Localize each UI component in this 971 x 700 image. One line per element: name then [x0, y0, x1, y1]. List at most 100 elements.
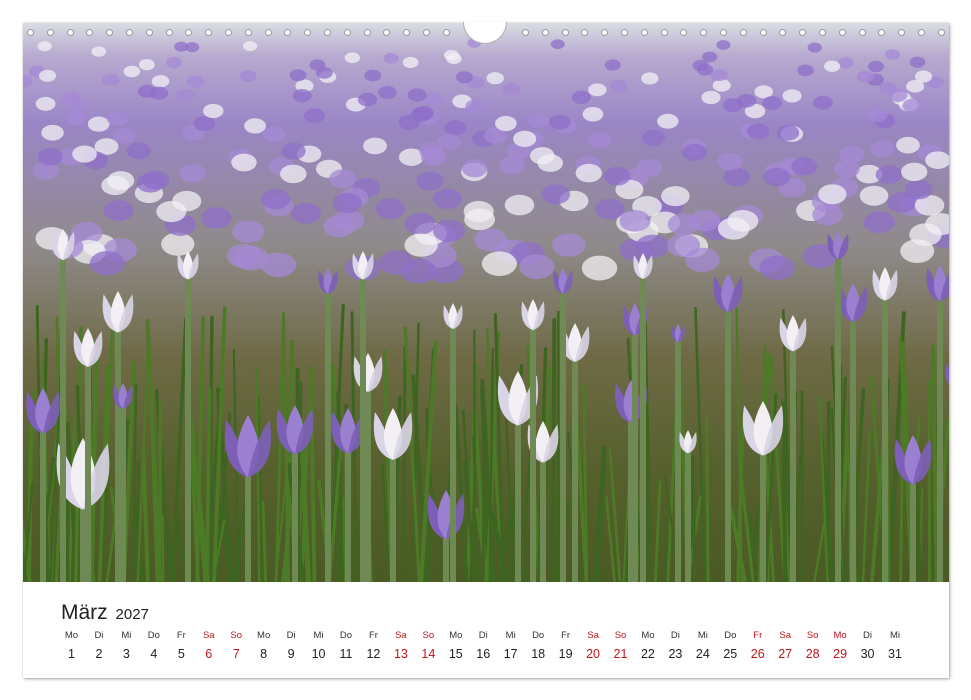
- day-cell: Mi 31: [882, 628, 909, 665]
- day-cell: Do 25: [717, 628, 744, 665]
- background-blossom: [35, 96, 56, 111]
- day-number: 17: [503, 647, 518, 661]
- background-blossom: [234, 246, 269, 271]
- background-blossom: [149, 86, 169, 100]
- purple-crocus: [427, 490, 465, 582]
- background-blossom: [710, 69, 728, 82]
- background-blossom: [666, 233, 701, 258]
- day-number: 18: [531, 647, 546, 661]
- background-blossom: [38, 69, 57, 82]
- background-blossom: [290, 202, 321, 224]
- day-number: 13: [393, 647, 408, 661]
- background-blossom: [906, 79, 925, 93]
- weekday-abbr: Do: [339, 630, 353, 641]
- weekday-abbr: Fr: [368, 630, 378, 641]
- binding-hole: [46, 29, 54, 36]
- day-number: 3: [122, 647, 130, 661]
- weekday-abbr: So: [230, 630, 242, 641]
- background-blossom: [763, 167, 791, 187]
- binding-hole: [660, 29, 668, 36]
- weekday-abbr: So: [614, 630, 627, 641]
- background-blossom: [901, 162, 928, 182]
- year-label: 2027: [115, 606, 149, 623]
- background-blossom: [896, 136, 920, 154]
- background-blossom: [689, 209, 721, 232]
- day-cell: Sa 6: [195, 628, 222, 665]
- weekday-abbr: Mi: [889, 630, 901, 641]
- day-number: 27: [778, 647, 793, 661]
- day-number: 9: [287, 647, 295, 661]
- binding-hole: [561, 29, 569, 36]
- weekday-abbr: Mo: [833, 630, 847, 641]
- day-number: 10: [311, 647, 326, 661]
- background-blossom: [571, 90, 591, 104]
- binding-hole: [720, 29, 727, 36]
- background-blossom: [72, 145, 97, 163]
- day-cell: Di 30: [854, 628, 881, 665]
- background-blossom: [186, 75, 205, 88]
- background-blossom: [303, 108, 325, 123]
- background-blossom: [642, 129, 666, 146]
- background-blossom: [495, 115, 517, 132]
- background-blossom: [797, 64, 814, 77]
- background-blossom: [37, 148, 63, 166]
- background-blossom: [179, 164, 206, 183]
- background-blossom: [723, 167, 751, 187]
- binding-hole: [442, 29, 450, 36]
- background-blossom: [107, 171, 135, 191]
- background-blossom: [87, 116, 110, 132]
- day-cell: Di 16: [470, 628, 497, 665]
- day-cell: So 21: [607, 628, 634, 665]
- day-cell: Mi 10: [305, 628, 332, 665]
- background-blossom: [309, 59, 326, 71]
- grass-blade: [927, 380, 932, 582]
- background-blossom: [481, 251, 517, 276]
- background-blossom: [747, 123, 770, 140]
- day-cell: Mo 29: [827, 628, 854, 665]
- background-blossom: [839, 145, 865, 164]
- purple-crocus: [553, 268, 573, 582]
- day-cell: Fr 12: [360, 628, 387, 665]
- background-blossom: [23, 74, 33, 87]
- background-blossom: [636, 158, 663, 178]
- purple-crocus: [945, 363, 949, 385]
- background-blossom: [410, 107, 432, 122]
- background-blossom: [885, 49, 901, 60]
- binding-hole: [640, 29, 648, 36]
- weekday-abbr: Mi: [313, 630, 324, 641]
- background-blossom: [541, 184, 571, 205]
- weekday-abbr: Mo: [641, 630, 655, 641]
- background-blossom: [407, 88, 427, 102]
- grass-blade: [473, 329, 476, 582]
- day-cell: Sa 13: [387, 628, 414, 665]
- background-blossom: [537, 154, 563, 172]
- day-number: 28: [805, 647, 820, 661]
- day-cell: Fr 19: [552, 628, 579, 665]
- background-blossom: [433, 188, 462, 210]
- background-blossom: [833, 160, 860, 179]
- background-blossom: [106, 111, 128, 126]
- day-cell: Mo 8: [250, 628, 277, 665]
- month-name: März: [61, 601, 108, 624]
- grass-blade: [813, 521, 826, 582]
- background-blossom: [776, 124, 800, 141]
- weekday-abbr: Fr: [176, 630, 186, 641]
- day-cell: Do 18: [525, 628, 552, 665]
- grass-blade: [781, 400, 788, 582]
- day-number: 14: [421, 647, 436, 661]
- day-cell: Di 2: [85, 628, 112, 665]
- binding-hole: [244, 29, 252, 36]
- background-blossom: [619, 209, 651, 232]
- background-blossom: [156, 201, 187, 223]
- weekday-abbr: Do: [532, 630, 545, 641]
- background-blossom: [66, 96, 87, 111]
- background-blossom: [363, 137, 387, 155]
- day-cell: Sa 27: [772, 628, 799, 665]
- day-cell: So 7: [223, 628, 250, 665]
- background-blossom: [400, 258, 437, 284]
- background-blossom: [736, 93, 757, 108]
- background-blossom: [588, 83, 607, 97]
- binding-hole: [759, 29, 767, 36]
- background-blossom: [461, 159, 488, 178]
- background-blossom: [863, 211, 895, 234]
